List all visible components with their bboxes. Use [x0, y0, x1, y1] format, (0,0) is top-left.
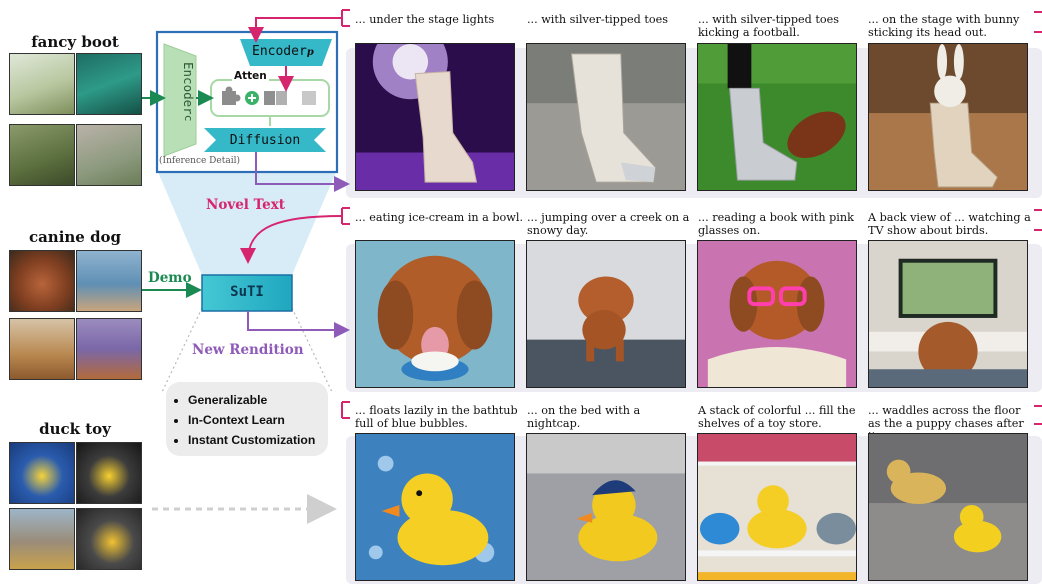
caption-r1-c2: ... with silver-tipped toes — [527, 13, 668, 26]
atten-label: Atten — [232, 70, 269, 82]
output-image-duck-puppy — [868, 433, 1028, 581]
new-rendition-arrow — [247, 311, 350, 338]
output-image-boot-silver — [526, 43, 686, 191]
caption-r1-c4: ... on the stage with bunny sticking its… — [868, 13, 1020, 39]
encoder-c-subscript: c — [182, 114, 195, 122]
token-block-2 — [276, 91, 287, 105]
output-image-duck-bathtub — [355, 433, 515, 581]
inference-detail-label: (Inference Detail) — [159, 156, 240, 166]
output-image-dog-book — [697, 240, 857, 388]
caption-r2-c1: ... eating ice-cream in a bowl. — [355, 211, 523, 224]
encoder-p-subscript: p — [306, 47, 314, 58]
output-image-dog-creek — [526, 240, 686, 388]
caption-r3-c2: ... on the bed with a nightcap. — [527, 404, 641, 430]
encoder-p-text: Encoder — [252, 44, 307, 59]
token-block-1 — [264, 91, 275, 105]
output-image-boot-bunny — [868, 43, 1028, 191]
properties-box: Generalizable In-Context Learn Instant C… — [166, 382, 328, 456]
encoder-c-label: Encoderc — [166, 62, 196, 142]
caption-r2-c3: ... reading a book with pink glasses on. — [698, 211, 854, 237]
caption-r2-c2: ... jumping over a creek on a snowy day. — [527, 211, 690, 237]
property-item: Generalizable — [188, 390, 328, 410]
output-image-dog-tv — [868, 240, 1028, 388]
demo-label: Demo — [148, 270, 192, 286]
caption-r3-c1: ... floats lazily in the bathtub full of… — [355, 404, 518, 430]
new-rendition-label: New Rendition — [192, 342, 304, 358]
plus-circle-icon — [245, 91, 259, 105]
properties-list: Generalizable In-Context Learn Instant C… — [166, 390, 328, 450]
caption-r1-c1: ... under the stage lights — [355, 13, 495, 26]
diffusion-label: Diffusion — [229, 133, 301, 148]
property-item: In-Context Learn — [188, 410, 328, 430]
token-block-3 — [302, 91, 316, 105]
suti-label: SuTI — [230, 284, 264, 300]
encoder-c-text: Encoder — [181, 62, 196, 115]
property-item: Instant Customization — [188, 430, 328, 450]
output-image-boot-stage — [355, 43, 515, 191]
output-image-boot-football — [697, 43, 857, 191]
funnel-shape — [158, 172, 336, 275]
caption-r3-c3: A stack of colorful ... fill the shelves… — [698, 404, 856, 430]
novel-text-label: Novel Text — [206, 197, 285, 213]
encoder-p-label: Encoderp — [252, 44, 314, 59]
caption-r2-c4: A back view of ... watching a TV show ab… — [868, 211, 1031, 237]
caption-r1-c3: ... with silver-tipped toes kicking a fo… — [698, 13, 839, 39]
output-image-duck-toystore — [697, 433, 857, 581]
output-image-duck-nightcap — [526, 433, 686, 581]
output-image-dog-icecream — [355, 240, 515, 388]
